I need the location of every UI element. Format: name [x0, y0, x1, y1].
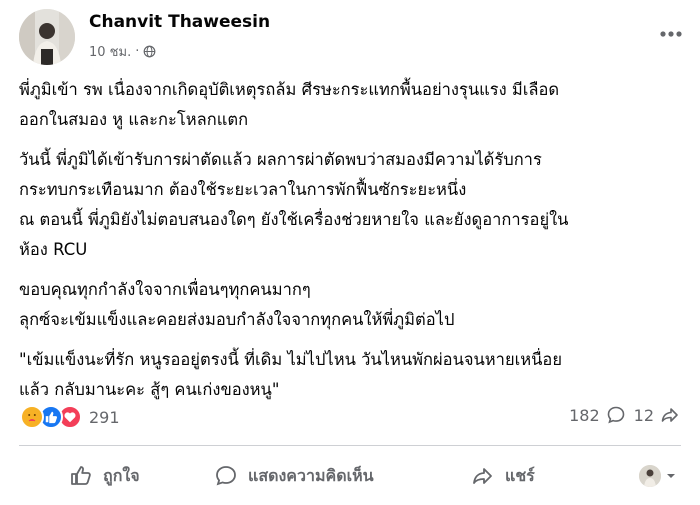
actions-divider	[19, 445, 681, 446]
post-line: "เข้มแข็งนะที่รัก หนูรออยู่ตรงนี้ ที่เดิ…	[19, 350, 562, 369]
author-name[interactable]: Chanvit Thaweesin	[89, 12, 270, 32]
share-icon	[661, 408, 678, 422]
more-options-button[interactable]	[656, 24, 686, 44]
post-line: ลุกซ์จะเข้มแข็งและคอยส่งมอบกำลังใจจากทุก…	[19, 310, 455, 329]
post-line: แล้ว กลับมานะคะ สู้ๆ คนเก่งของหนู"	[19, 380, 280, 399]
post-as-selector[interactable]	[639, 465, 677, 487]
share-count: 12	[633, 405, 654, 425]
comment-count-link[interactable]: 182	[569, 405, 626, 425]
post-line: วันนี้ พี่ภูมิได้เข้ารับการผ่าตัดแล้ว ผล…	[19, 150, 542, 169]
engagement-stats: 182 12	[569, 405, 680, 425]
avatar-photo	[19, 9, 75, 65]
post-timestamp[interactable]: 10 ชม.	[89, 41, 131, 62]
post-line: กระทบกระเทือนมาก ต้องใช้ระยะเวลาในการพัก…	[19, 180, 467, 199]
reaction-count[interactable]: 291	[89, 408, 120, 427]
post-line: ออกในสมอง หู และกะโหลกแตก	[19, 110, 249, 129]
share-button[interactable]: แชร์	[471, 464, 535, 489]
post-paragraph: วันนี้ พี่ภูมิได้เข้ารับการผ่าตัดแล้ว ผล…	[19, 145, 689, 265]
author-avatar[interactable]	[19, 9, 75, 65]
post-paragraph: พี่ภูมิเข้า รพ เนื่องจากเกิดอุบัติเหตุรถ…	[19, 75, 689, 135]
post-meta: 10 ชม. ·	[89, 41, 156, 62]
share-count-link[interactable]: 12	[634, 405, 680, 425]
post-line: พี่ภูมิเข้า รพ เนื่องจากเกิดอุบัติเหตุรถ…	[19, 80, 560, 99]
action-bar: ถูกใจ แสดงความคิดเห็น แชร์	[19, 452, 681, 500]
comment-button[interactable]: แสดงความคิดเห็น	[214, 464, 374, 489]
chevron-down-icon	[667, 474, 675, 478]
like-button[interactable]: ถูกใจ	[69, 464, 140, 489]
comment-count: 182	[569, 405, 600, 425]
share-label: แชร์	[505, 465, 535, 485]
post-content: พี่ภูมิเข้า รพ เนื่องจากเกิดอุบัติเหตุรถ…	[19, 75, 689, 415]
comment-icon	[607, 406, 624, 424]
meta-separator: ·	[135, 44, 140, 59]
share-arrow-icon	[473, 468, 492, 484]
comment-label: แสดงความคิดเห็น	[248, 465, 374, 485]
like-label: ถูกใจ	[103, 465, 140, 485]
post-paragraph: ขอบคุณทุกกำลังใจจากเพื่อนๆทุกคนมากๆ ลุกซ…	[19, 275, 689, 335]
viewer-avatar	[639, 465, 661, 487]
post-card: Chanvit Thaweesin 10 ชม. · พี่ภูมิเข้า ร…	[0, 0, 700, 505]
post-line: ห้อง RCU	[19, 240, 88, 259]
post-paragraph: "เข้มแข็งนะที่รัก หนูรออยู่ตรงนี้ ที่เดิ…	[19, 345, 689, 405]
thumbs-up-icon	[71, 466, 91, 485]
reactions-summary[interactable]: 291	[20, 405, 120, 429]
post-line: ณ ตอนนี้ พี่ภูมิยังไม่ตอบสนองใดๆ ยังใช้เ…	[19, 210, 569, 229]
post-line: ขอบคุณทุกกำลังใจจากเพื่อนๆทุกคนมากๆ	[19, 280, 311, 299]
globe-icon	[143, 45, 156, 58]
ellipsis-icon	[660, 31, 682, 37]
comment-icon	[216, 466, 236, 486]
care-reaction-icon	[20, 405, 44, 429]
